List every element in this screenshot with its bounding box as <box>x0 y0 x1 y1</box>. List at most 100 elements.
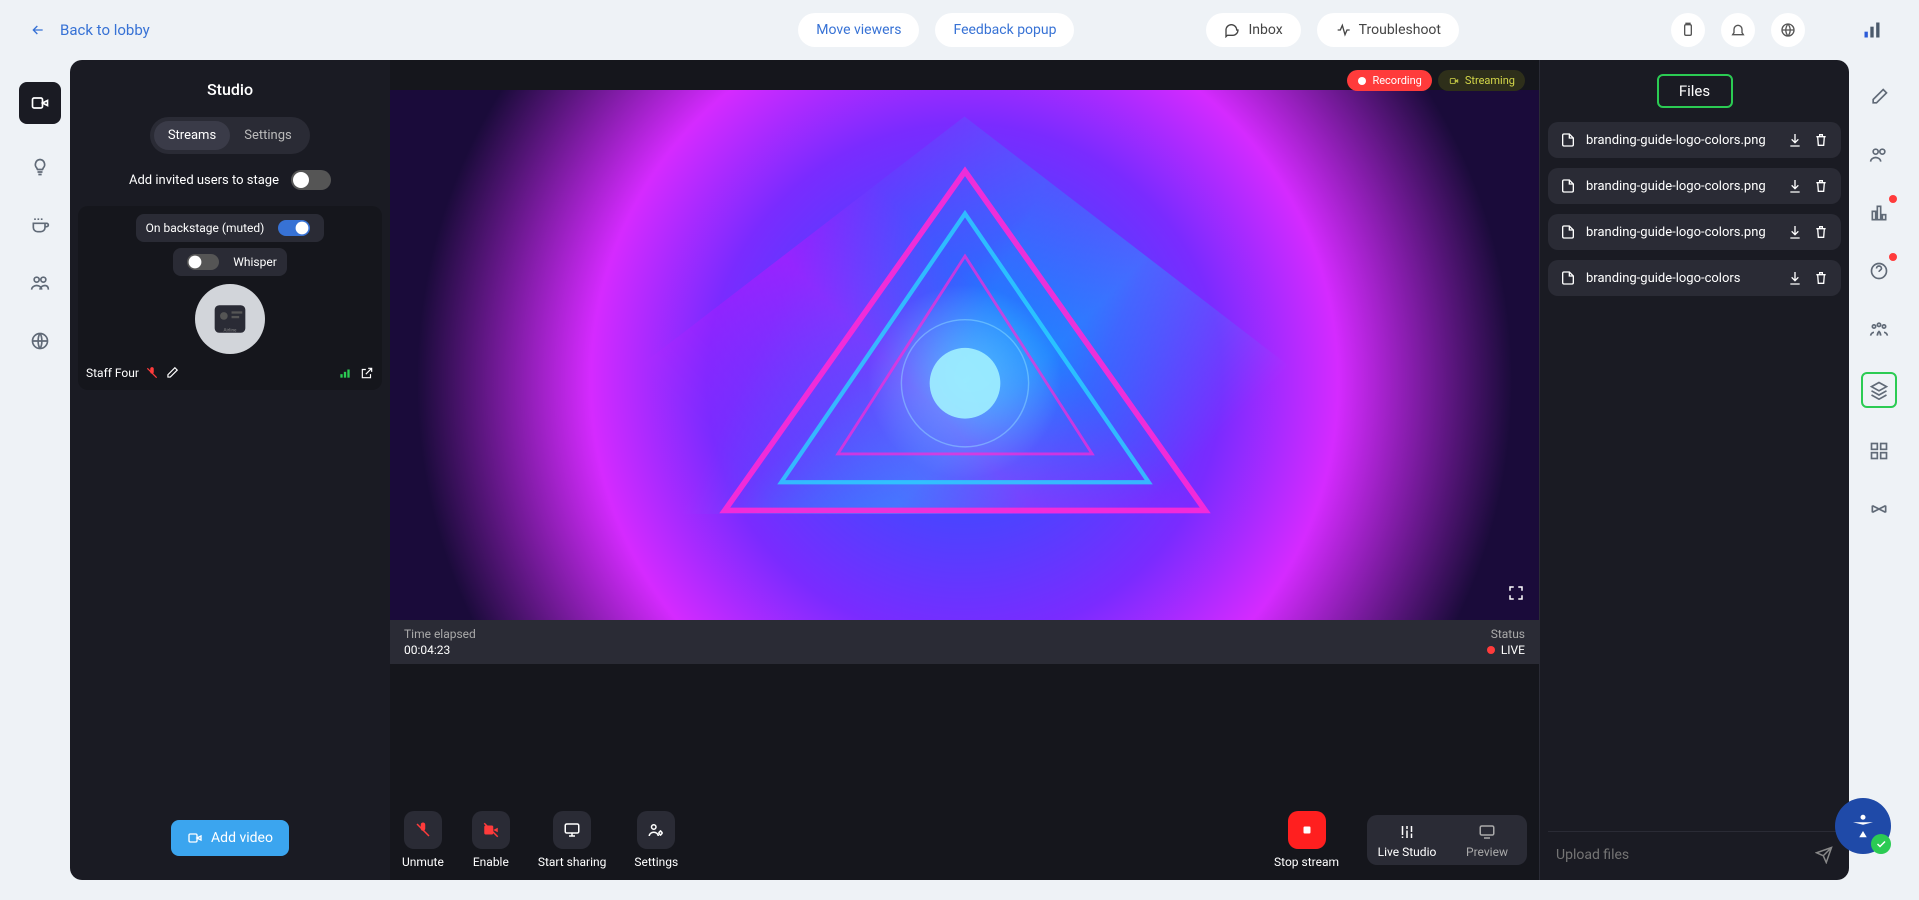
recording-badge: Recording <box>1347 70 1431 91</box>
file-row: branding-guide-logo-colors.png <box>1548 122 1841 158</box>
nav-people[interactable] <box>25 268 55 298</box>
video-area[interactable] <box>390 90 1539 620</box>
trash-icon[interactable] <box>1813 224 1829 240</box>
nav-attendees[interactable] <box>1864 140 1894 170</box>
clipboard-icon <box>1680 22 1696 38</box>
nav-studio[interactable] <box>19 82 61 124</box>
inbox-button[interactable]: Inbox <box>1206 13 1300 47</box>
streaming-badge: Streaming <box>1438 70 1525 91</box>
feedback-popup-button[interactable]: Feedback popup <box>935 13 1074 47</box>
file-icon <box>1560 224 1576 240</box>
nav-files[interactable] <box>1861 372 1897 408</box>
nav-groups[interactable] <box>1864 314 1894 344</box>
add-video-button[interactable]: Add video <box>171 820 289 856</box>
download-icon[interactable] <box>1787 270 1803 286</box>
trash-icon[interactable] <box>1813 270 1829 286</box>
participant-name: Staff Four <box>86 366 139 380</box>
participant-avatar: Airline <box>195 284 265 354</box>
trash-icon[interactable] <box>1813 132 1829 148</box>
camera-icon <box>1448 76 1460 86</box>
enable-button[interactable] <box>472 811 510 849</box>
download-icon[interactable] <box>1787 224 1803 240</box>
live-studio-tab[interactable]: Live Studio <box>1367 819 1447 859</box>
record-dot-icon <box>1357 76 1367 86</box>
nav-lounge[interactable] <box>25 210 55 240</box>
neon-triangle-visual <box>505 143 1424 567</box>
file-icon <box>1560 178 1576 194</box>
upload-input[interactable] <box>1556 847 1805 863</box>
lightbulb-icon <box>30 157 50 177</box>
clipboard-button[interactable] <box>1671 13 1705 47</box>
bar-chart-icon <box>1869 203 1889 223</box>
help-circle-icon <box>1869 261 1889 281</box>
nav-ideas[interactable] <box>25 152 55 182</box>
topbar: Back to lobby Move viewers Feedback popu… <box>0 0 1919 60</box>
accessibility-fab[interactable] <box>1835 798 1891 854</box>
app-logo-icon <box>1862 20 1882 40</box>
status-value: LIVE <box>1487 643 1525 657</box>
pencil-icon <box>1869 87 1889 107</box>
check-icon <box>1875 838 1887 850</box>
external-link-icon[interactable] <box>360 366 374 380</box>
video-plus-icon <box>187 830 203 846</box>
settings-button[interactable] <box>637 811 675 849</box>
upload-bar <box>1548 831 1841 866</box>
move-viewers-button[interactable]: Move viewers <box>798 13 919 47</box>
bell-icon <box>1730 22 1746 38</box>
participant-card: On backstage (muted) Whisper Airline <box>78 206 382 390</box>
unmute-button[interactable] <box>404 811 442 849</box>
coffee-icon <box>30 215 50 235</box>
tab-streams[interactable]: Streams <box>154 121 230 150</box>
backstage-toggle[interactable] <box>278 220 310 236</box>
start-sharing-button[interactable] <box>553 811 591 849</box>
add-invited-row: Add invited users to stage <box>70 170 390 190</box>
sliders-icon <box>1398 823 1416 841</box>
mic-off-icon <box>145 366 159 380</box>
studio-tabs: Streams Settings <box>150 117 310 154</box>
download-icon[interactable] <box>1787 132 1803 148</box>
file-icon <box>1560 270 1576 286</box>
add-invited-toggle[interactable] <box>291 170 331 190</box>
send-icon[interactable] <box>1815 846 1833 864</box>
nav-questions[interactable] <box>1864 256 1894 286</box>
trash-icon[interactable] <box>1813 178 1829 194</box>
app-logo-button[interactable] <box>1855 13 1889 47</box>
nav-layout[interactable] <box>1864 436 1894 466</box>
time-elapsed-label: Time elapsed <box>404 627 476 641</box>
layers-icon <box>1869 380 1889 400</box>
screen-share-icon <box>563 821 581 839</box>
back-link-label: Back to lobby <box>60 21 150 39</box>
nav-edit[interactable] <box>1864 82 1894 112</box>
add-invited-label: Add invited users to stage <box>129 173 279 188</box>
edit-icon[interactable] <box>165 366 179 380</box>
ticket-icon <box>1869 499 1889 519</box>
nav-globe[interactable] <box>25 326 55 356</box>
sidebar-right <box>1849 60 1909 880</box>
backstage-label: On backstage (muted) <box>136 214 325 242</box>
preview-tab[interactable]: Preview <box>1447 819 1527 859</box>
file-row: branding-guide-logo-colors <box>1548 260 1841 296</box>
nav-offers[interactable] <box>1864 494 1894 524</box>
chat-icon <box>1224 22 1240 38</box>
grid-icon <box>1869 441 1889 461</box>
troubleshoot-button[interactable]: Troubleshoot <box>1317 13 1459 47</box>
notifications-button[interactable] <box>1721 13 1755 47</box>
control-dock: Unmute Enable Start sharing Settings <box>390 800 1539 880</box>
monitor-icon <box>1478 823 1496 841</box>
heart-pulse-icon <box>1335 22 1351 38</box>
globe-icon <box>30 331 50 351</box>
enable-label: Enable <box>473 855 509 869</box>
fullscreen-button[interactable] <box>1507 584 1525 606</box>
status-bar: Time elapsed 00:04:23 Status LIVE <box>390 620 1539 664</box>
language-button[interactable] <box>1771 13 1805 47</box>
whisper-toggle[interactable] <box>187 254 219 270</box>
back-to-lobby-link[interactable]: Back to lobby <box>30 21 150 39</box>
download-icon[interactable] <box>1787 178 1803 194</box>
files-list: branding-guide-logo-colors.png branding-… <box>1548 122 1841 306</box>
people-icon <box>1869 145 1889 165</box>
file-row: branding-guide-logo-colors.png <box>1548 214 1841 250</box>
stop-stream-button[interactable] <box>1288 811 1326 849</box>
nav-polls[interactable] <box>1864 198 1894 228</box>
files-title: Files <box>1657 74 1733 108</box>
tab-settings[interactable]: Settings <box>230 121 306 150</box>
